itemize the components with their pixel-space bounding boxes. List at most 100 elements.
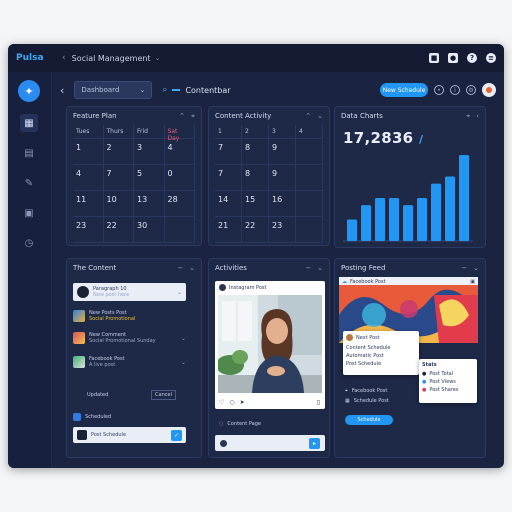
- cancel-link[interactable]: Cancel: [151, 390, 176, 400]
- feed-link[interactable]: ⌖ Facebook Post: [345, 387, 415, 395]
- settings-icon[interactable]: ●: [448, 53, 458, 63]
- chevron-left-icon[interactable]: ‹: [476, 112, 479, 121]
- calendar-header-cell: 3: [269, 125, 296, 139]
- calendar-day-cell[interactable]: 0: [164, 165, 195, 191]
- twitter-icon[interactable]: ✓: [171, 429, 182, 441]
- pencil-icon[interactable]: ✎: [20, 174, 38, 192]
- chevron-down-icon[interactable]: ⌄: [177, 289, 182, 296]
- menu-item-label: Post Total: [429, 371, 454, 377]
- calendar-day-cell[interactable]: 23: [73, 217, 104, 243]
- calendar-day-cell[interactable]: 22: [103, 217, 134, 243]
- expand-icon[interactable]: ⌃: [179, 112, 185, 121]
- analytics-icon[interactable]: ▤: [20, 144, 38, 162]
- calendar-day-cell[interactable]: [296, 217, 323, 243]
- minus-icon[interactable]: −: [461, 264, 467, 272]
- back-icon[interactable]: ‹: [60, 84, 64, 97]
- edit-icon[interactable]: ⌖: [466, 112, 470, 121]
- bookmark-icon[interactable]: ▯: [317, 399, 320, 406]
- chevron-down-icon[interactable]: ⌄: [317, 264, 323, 272]
- bell-icon[interactable]: ■: [429, 53, 439, 63]
- calendar-day-cell[interactable]: 4: [164, 139, 195, 165]
- minus-icon[interactable]: −: [177, 264, 183, 272]
- chevron-down-icon[interactable]: ⌄: [189, 264, 195, 272]
- chevron-down-icon[interactable]: ⌄: [473, 264, 479, 272]
- updated-link[interactable]: Updated: [87, 392, 108, 398]
- calendar-day-cell[interactable]: 16: [269, 191, 296, 217]
- document-icon[interactable]: ▣: [20, 204, 38, 222]
- calendar-day-cell[interactable]: 15: [242, 191, 269, 217]
- calendar-day-cell[interactable]: 4: [73, 165, 104, 191]
- menu-item-label: Post Views: [429, 379, 456, 385]
- settings-icon[interactable]: ⚙: [466, 85, 476, 95]
- big-number-value: 17,2836: [343, 129, 414, 147]
- list-item[interactable]: New Comment Social Promotional Sunday ⌄: [73, 331, 186, 345]
- calendar-icon[interactable]: ▦: [20, 114, 38, 132]
- schedule-button[interactable]: Schedule: [345, 415, 393, 425]
- calendar-day-cell[interactable]: 23: [269, 217, 296, 243]
- menu-icon[interactable]: ≡: [486, 53, 496, 63]
- instagram-post-card[interactable]: Instagram Post ♡ ○ ➤ ▯: [215, 281, 325, 409]
- calendar-day-cell[interactable]: 7: [215, 165, 242, 191]
- popup-title: Next Post: [356, 334, 380, 341]
- share-icon[interactable]: ➤: [240, 399, 245, 406]
- chevron-down-icon[interactable]: ⌄: [181, 359, 186, 366]
- calendar-day-cell[interactable]: 22: [242, 217, 269, 243]
- calendar-day-cell[interactable]: 5: [134, 165, 165, 191]
- calendar-grid: Tues Thurs Frid Sat Day 1 2 3 4 4 7 5 0 11 10 13 28 23 22…: [67, 125, 201, 243]
- calendar-day-cell[interactable]: 7: [103, 165, 134, 191]
- avatar[interactable]: [482, 83, 496, 97]
- minus-icon[interactable]: −: [305, 264, 311, 272]
- chart-bar: [459, 155, 469, 241]
- list-item[interactable]: New Posts Post Social Promotional: [73, 309, 186, 323]
- help-icon[interactable]: ?: [467, 53, 477, 63]
- calendar-day-cell[interactable]: [296, 191, 323, 217]
- calendar-day-cell[interactable]: 9: [269, 165, 296, 191]
- post-input-bar[interactable]: ▸: [215, 435, 325, 451]
- calendar-day-cell[interactable]: 28: [164, 191, 195, 217]
- menu-item[interactable]: ● Post Views: [422, 379, 474, 385]
- comment-icon[interactable]: ○: [229, 399, 234, 406]
- calendar-day-cell[interactable]: 3: [134, 139, 165, 165]
- calendar-day-cell[interactable]: 7: [215, 139, 242, 165]
- list-item[interactable]: Post Schedule ✓: [73, 427, 186, 443]
- menu-item[interactable]: ● Post Shares: [422, 387, 474, 393]
- calendar-day-cell[interactable]: [296, 165, 323, 191]
- calendar-day-cell[interactable]: 14: [215, 191, 242, 217]
- calendar-day-cell[interactable]: [164, 217, 195, 243]
- list-item[interactable]: Paragraph 10 New post here ⌄: [73, 283, 186, 301]
- calendar-day-cell[interactable]: 21: [215, 217, 242, 243]
- app-logo-icon[interactable]: ✦: [18, 80, 40, 102]
- avatar: [219, 284, 226, 291]
- calendar-day-cell[interactable]: 11: [73, 191, 104, 217]
- calendar-day-cell[interactable]: 1: [73, 139, 104, 165]
- send-icon[interactable]: ▸: [309, 437, 320, 449]
- calendar-day-cell[interactable]: 8: [242, 165, 269, 191]
- calendar-day-cell[interactable]: 9: [269, 139, 296, 165]
- edit-icon[interactable]: ⌖: [191, 112, 195, 121]
- chevron-down-icon[interactable]: ⌄: [317, 112, 323, 120]
- new-schedule-button[interactable]: New Schedule: [380, 83, 428, 97]
- feed-link[interactable]: ▦ Schedule Post: [345, 397, 415, 405]
- expand-icon[interactable]: ⌃: [305, 112, 311, 120]
- calendar-day-cell[interactable]: 13: [134, 191, 165, 217]
- avatar: [77, 286, 89, 298]
- calendar-day-cell[interactable]: 10: [103, 191, 134, 217]
- menu-item-icon: ●: [422, 387, 427, 393]
- view-dropdown[interactable]: Dashboard ⌄: [74, 81, 153, 99]
- chevron-down-icon[interactable]: ⌄: [155, 54, 161, 62]
- calendar-day-cell[interactable]: 30: [134, 217, 165, 243]
- menu-item[interactable]: ● Post Total: [422, 371, 474, 377]
- chart-bar: [445, 176, 455, 241]
- calendar-day-cell[interactable]: [296, 139, 323, 165]
- content-panel: The Content − ⌄ Paragraph 10 New post here…: [66, 258, 202, 458]
- chevron-left-icon[interactable]: ‹: [62, 53, 66, 63]
- notification-icon[interactable]: •: [434, 85, 444, 95]
- clock-icon[interactable]: ◷: [20, 234, 38, 252]
- info-icon[interactable]: i: [450, 85, 460, 95]
- list-item[interactable]: Facebook Post A live post ⌄: [73, 355, 186, 369]
- like-icon[interactable]: ♡: [219, 399, 224, 406]
- calendar-day-cell[interactable]: 2: [103, 139, 134, 165]
- calendar-day-cell[interactable]: 8: [242, 139, 269, 165]
- search-bar[interactable]: ⌕ Contentbar: [162, 85, 230, 95]
- chevron-down-icon[interactable]: ⌄: [181, 335, 186, 342]
